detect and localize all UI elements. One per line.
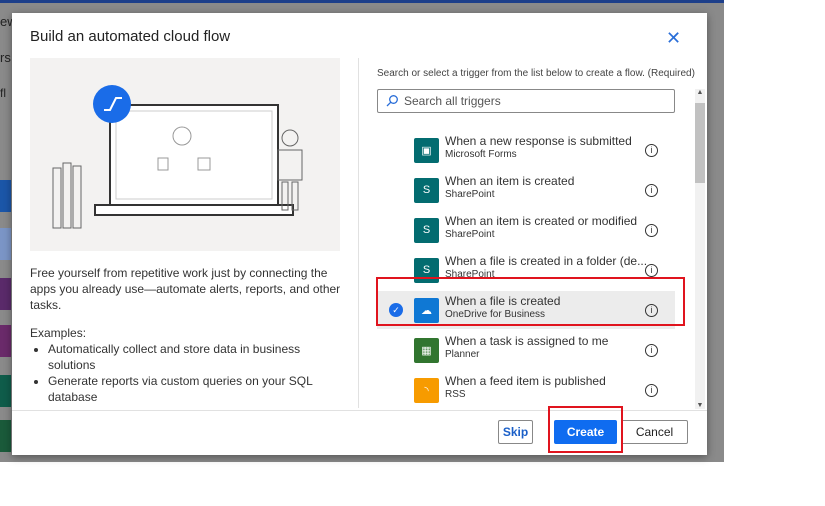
trigger-connector: RSS xyxy=(445,389,466,400)
build-flow-dialog: Build an automated cloud flow ✕ Free you… xyxy=(12,13,707,455)
dialog-description: Free yourself from repetitive work just … xyxy=(30,265,350,405)
trigger-connector: SharePoint xyxy=(445,189,495,200)
connector-icon: ▣ xyxy=(414,137,439,163)
connector-icon: S xyxy=(414,217,439,243)
examples-label: Examples: xyxy=(30,326,87,340)
search-placeholder: Search all triggers xyxy=(404,94,501,108)
bg-tile xyxy=(0,180,11,212)
trigger-connector: Planner xyxy=(445,349,480,360)
description-text: Free yourself from repetitive work just … xyxy=(30,266,341,312)
skip-button[interactable]: Skip xyxy=(498,420,533,444)
dialog-title: Build an automated cloud flow xyxy=(30,28,231,45)
highlight-box xyxy=(376,277,685,326)
trigger-title: When a new response is submitted xyxy=(445,134,632,148)
search-input[interactable]: Search all triggers xyxy=(377,89,675,113)
example-item: Automatically collect and store data in … xyxy=(48,341,350,373)
trigger-item[interactable]: S When an item is created or modified Sh… xyxy=(377,211,675,249)
divider xyxy=(358,58,359,408)
bg-tile xyxy=(0,228,11,260)
highlight-box xyxy=(548,406,623,453)
info-icon[interactable]: i xyxy=(645,183,658,197)
trigger-hint: Search or select a trigger from the list… xyxy=(377,68,695,79)
trigger-connector: SharePoint xyxy=(445,229,495,240)
cancel-button[interactable]: Cancel xyxy=(621,420,688,444)
trigger-item[interactable]: S When an item is created SharePoint i xyxy=(377,171,675,209)
info-icon[interactable]: i xyxy=(645,143,658,157)
trigger-title: When a task is assigned to me xyxy=(445,334,609,348)
trigger-item[interactable]: ▦ When a task is assigned to me Planner … xyxy=(377,331,675,369)
bg-text: fl xyxy=(0,86,6,100)
bg-tile xyxy=(0,278,11,310)
info-icon[interactable]: i xyxy=(645,263,658,277)
trigger-connector: Microsoft Forms xyxy=(445,149,517,160)
connector-icon: S xyxy=(414,177,439,203)
app-top-bar xyxy=(0,0,724,3)
connector-icon: ▦ xyxy=(414,337,439,363)
trigger-item[interactable]: ◝ When a feed item is published RSS i xyxy=(377,371,675,403)
scrollbar[interactable]: ▲ ▼ xyxy=(695,89,705,409)
close-icon[interactable]: ✕ xyxy=(666,28,681,49)
trigger-list: ▣ When a new response is submitted Micro… xyxy=(377,123,677,403)
info-icon[interactable]: i xyxy=(645,223,658,237)
trigger-item[interactable]: ▣ When a new response is submitted Micro… xyxy=(377,131,675,169)
trigger-title: When a file is created in a folder (de..… xyxy=(445,254,648,268)
bg-text: rs xyxy=(0,50,11,65)
example-item: Generate reports via custom queries on y… xyxy=(48,373,350,405)
info-icon[interactable]: i xyxy=(645,343,658,357)
trigger-title: When an item is created or modified xyxy=(445,214,638,228)
illustration xyxy=(30,58,340,251)
search-icon xyxy=(386,95,398,107)
trigger-title: When an item is created xyxy=(445,174,575,188)
bg-tile xyxy=(0,325,11,357)
trigger-title: When a feed item is published xyxy=(445,374,606,388)
bg-tile xyxy=(0,375,11,407)
info-icon[interactable]: i xyxy=(645,383,658,397)
connector-icon: ◝ xyxy=(414,377,439,403)
scrollbar-thumb[interactable] xyxy=(695,103,705,183)
bg-tile xyxy=(0,420,11,452)
